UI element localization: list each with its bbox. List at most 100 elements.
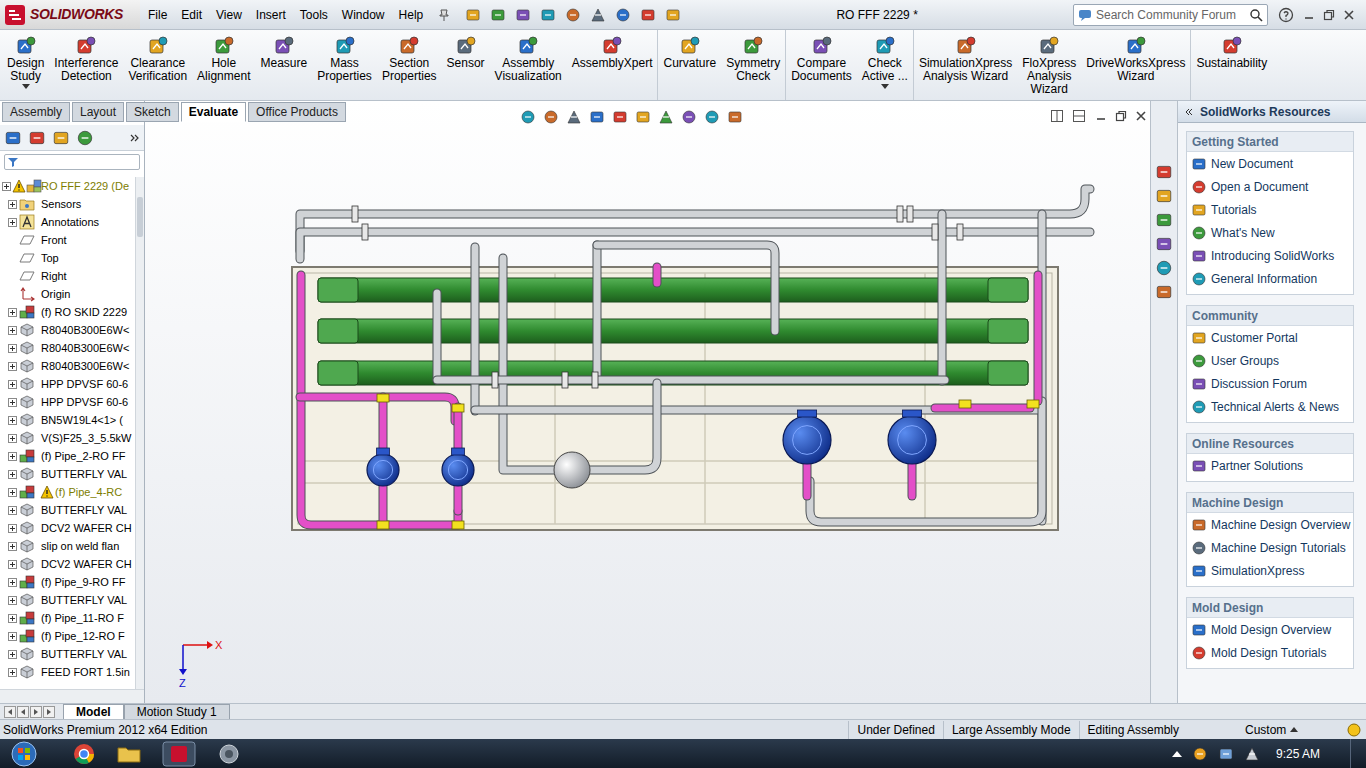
- menu-item[interactable]: File: [148, 6, 167, 24]
- menu-item[interactable]: Insert: [256, 6, 286, 24]
- expand-icon[interactable]: [8, 218, 17, 227]
- expand-icon[interactable]: [8, 488, 17, 497]
- expand-icon[interactable]: [8, 650, 17, 659]
- expand-icon[interactable]: [8, 362, 17, 371]
- tree-item[interactable]: Sensors: [0, 195, 135, 213]
- tree-item[interactable]: (f) Pipe_11-RO F: [0, 609, 135, 627]
- tab-nav-icon[interactable]: [43, 706, 55, 718]
- tray-volume-icon[interactable]: [1244, 746, 1260, 762]
- help-icon[interactable]: [1278, 7, 1294, 23]
- command-tab[interactable]: Assembly: [2, 102, 70, 122]
- tree-item[interactable]: R8040B300E6W<: [0, 357, 135, 375]
- tree-item[interactable]: (f) Pipe_9-RO FF: [0, 573, 135, 591]
- expand-icon[interactable]: [8, 632, 17, 641]
- manager-tab-icon[interactable]: [52, 129, 70, 147]
- tree-hscrollbar[interactable]: [0, 689, 144, 703]
- menu-item[interactable]: Edit: [181, 6, 202, 24]
- expand-icon[interactable]: [8, 344, 17, 353]
- ribbon-button[interactable]: Sensor: [442, 35, 490, 70]
- ribbon-button[interactable]: DriveWorksXpressWizard: [1081, 35, 1190, 83]
- resource-link[interactable]: General Information: [1187, 267, 1353, 290]
- units-selector[interactable]: Custom: [1237, 721, 1347, 739]
- app-logo[interactable]: SOLIDWORKS: [0, 0, 140, 29]
- ribbon-button[interactable]: CheckActive ...: [857, 35, 913, 89]
- tree-item[interactable]: BUTTERFLY VAL: [0, 465, 135, 483]
- view-tool-icon[interactable]: [704, 109, 720, 125]
- manager-tab-icon[interactable]: [4, 129, 22, 147]
- show-desktop-button[interactable]: [1350, 739, 1362, 768]
- expand-icon[interactable]: [8, 524, 17, 533]
- resource-link[interactable]: Mold Design Overview: [1187, 618, 1353, 641]
- expand-icon[interactable]: [8, 416, 17, 425]
- toolbar-icon[interactable]: [590, 7, 606, 23]
- expand-icon[interactable]: [8, 452, 17, 461]
- tree-item[interactable]: BUTTERFLY VAL: [0, 501, 135, 519]
- tree-item[interactable]: Annotations: [0, 213, 135, 231]
- command-tab[interactable]: Sketch: [126, 102, 179, 122]
- menu-item[interactable]: Window: [342, 6, 385, 24]
- tab-nav-icon[interactable]: [30, 706, 42, 718]
- minimize-icon[interactable]: [1094, 109, 1108, 123]
- view-tool-icon[interactable]: [543, 109, 559, 125]
- resource-link[interactable]: New Document: [1187, 152, 1353, 175]
- view-tool-icon[interactable]: [681, 109, 697, 125]
- toolbar-icon[interactable]: [465, 7, 481, 23]
- tree-item[interactable]: R8040B300E6W<: [0, 339, 135, 357]
- resource-link[interactable]: Partner Solutions: [1187, 454, 1353, 477]
- expand-icon[interactable]: [8, 380, 17, 389]
- command-tab[interactable]: Office Products: [248, 102, 346, 122]
- tree-item[interactable]: DCV2 WAFER CH: [0, 519, 135, 537]
- search-field[interactable]: Search Community Forum: [1073, 4, 1268, 26]
- expand-icon[interactable]: [8, 398, 17, 407]
- view-tool-icon[interactable]: [727, 109, 743, 125]
- explorer-icon[interactable]: [116, 742, 142, 766]
- resource-link[interactable]: Tutorials: [1187, 198, 1353, 221]
- expand-icon[interactable]: [2, 182, 11, 191]
- command-tab[interactable]: Layout: [72, 102, 124, 122]
- view-tool-icon[interactable]: [612, 109, 628, 125]
- collapse-icon[interactable]: [1184, 107, 1194, 117]
- restore-icon[interactable]: [1114, 109, 1128, 123]
- clock[interactable]: 9:25 AM: [1270, 745, 1320, 763]
- resource-link[interactable]: Discussion Forum: [1187, 372, 1353, 395]
- expand-icon[interactable]: [8, 200, 17, 209]
- tree-item[interactable]: Top: [0, 249, 135, 267]
- ribbon-button[interactable]: MassProperties: [312, 35, 377, 83]
- bottom-tab[interactable]: Model: [63, 704, 124, 720]
- close-icon[interactable]: [1342, 8, 1356, 22]
- resource-link[interactable]: Machine Design Overview: [1187, 513, 1353, 536]
- manager-tab-icon[interactable]: [76, 129, 94, 147]
- expand-icon[interactable]: [8, 560, 17, 569]
- solidworks-taskbar-icon[interactable]: [162, 741, 196, 767]
- menu-item[interactable]: Help: [399, 6, 424, 24]
- search-icon[interactable]: [1249, 8, 1263, 22]
- tree-item[interactable]: (f) Pipe_2-RO FF: [0, 447, 135, 465]
- menu-item[interactable]: View: [216, 6, 242, 24]
- close-icon[interactable]: [1134, 109, 1148, 123]
- toolbar-icon[interactable]: [540, 7, 556, 23]
- skid-model-drawing[interactable]: XZ: [145, 101, 1150, 703]
- ribbon-button[interactable]: Sustainability: [1191, 35, 1272, 70]
- resource-link[interactable]: Open a Document: [1187, 175, 1353, 198]
- ribbon-button[interactable]: Measure: [255, 35, 312, 70]
- view-tool-icon[interactable]: [589, 109, 605, 125]
- ribbon-button[interactable]: DesignStudy: [2, 35, 49, 89]
- task-pane-tab-icon[interactable]: [1155, 163, 1173, 181]
- resource-link[interactable]: Introducing SolidWorks: [1187, 244, 1353, 267]
- ribbon-button[interactable]: Curvature: [658, 35, 721, 70]
- tree-scrollbar[interactable]: [135, 177, 144, 689]
- tree-item[interactable]: RO FFF 2229 (De: [0, 177, 135, 195]
- view-tool-icon[interactable]: [658, 109, 674, 125]
- ribbon-button[interactable]: SymmetryCheck: [721, 35, 785, 83]
- help-bubble-icon[interactable]: [1347, 723, 1361, 737]
- view-tool-icon[interactable]: [566, 109, 582, 125]
- chrome-icon[interactable]: [72, 742, 96, 766]
- tray-app-icon[interactable]: [1192, 746, 1208, 762]
- tree-item[interactable]: BUTTERFLY VAL: [0, 645, 135, 663]
- ribbon-button[interactable]: CompareDocuments: [786, 35, 857, 83]
- ribbon-button[interactable]: SimulationXpressAnalysis Wizard: [914, 35, 1017, 83]
- graphics-area[interactable]: XZ: [145, 101, 1150, 703]
- tree-item[interactable]: HPP DPVSF 60-6: [0, 375, 135, 393]
- tree-item[interactable]: FEED FORT 1.5in: [0, 663, 135, 681]
- expand-icon[interactable]: [8, 596, 17, 605]
